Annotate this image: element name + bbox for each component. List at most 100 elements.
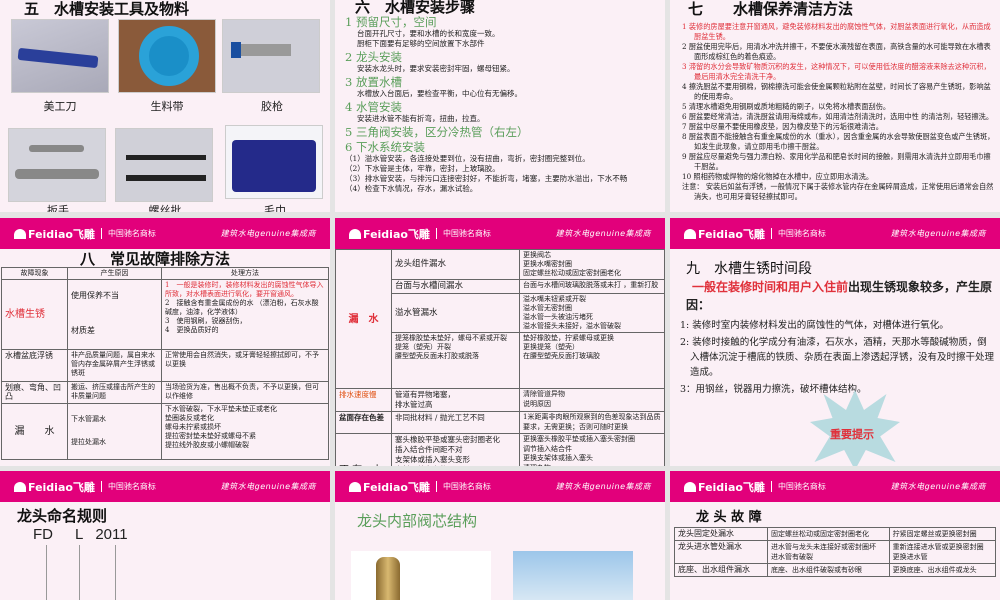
slide-title: 八 常见故障排除方法 [80, 250, 231, 268]
cell-line: 固定螺丝松动或固定密封圈老化 [771, 530, 869, 538]
feidiao-logo: Feidiao飞雕 [684, 226, 765, 242]
slide-cleaning: 七 水槽保养清洁方法 1 装修的房屋要注意开窗通风，避免装修材料发出的腐蚀性气体… [670, 0, 1000, 212]
code-part: 2011 [95, 526, 128, 543]
troubleshoot-table: 故障现象 产生原因 处理方法 水槽生锈 使用保养不当 材质差 1 一般是装修时，装修材料发… [1, 267, 329, 460]
cell: 下水管漏水 提拉处漏水 [67, 403, 162, 460]
cell-line: 排水管过高 [395, 400, 433, 409]
slide-naming-rule: Feidiao飞雕 中国驰名商标 建筑水电genuine集成商 龙头命名规则 FD L… [0, 471, 330, 600]
table-row: 水槽生锈 使用保养不当 材质差 1 一般是装修时，装修材料发出的腐蚀性气体导入所致，对… [1, 279, 329, 350]
logo-text: Feidiao飞雕 [698, 480, 765, 494]
cell-line: 更换塞头橡胶平垫或插入塞头密封圈 [523, 435, 635, 443]
cleaning-item: 9 厨盆应尽量避免与强力漂白粉、家用化学品和肥皂长时间的接触，则需用水清洗并立即… [682, 152, 991, 171]
step-heading: 6 下水系统安装 [345, 140, 425, 154]
cell-line: 更换支架体或插入塞头 [523, 454, 593, 462]
slogan: 建筑水电genuine集成商 [555, 482, 651, 491]
brand-text: 中国驰名商标 [770, 228, 826, 239]
cell-line: 腰型塑壳反面未打胶或脱落 [395, 352, 479, 360]
table-row: 龙头固定处漏水 固定螺丝松动或固定密封圈老化 拧紧固定螺丝或更换密封圈 [674, 527, 997, 541]
feidiao-logo: Feidiao飞雕 [349, 479, 430, 495]
step-text: （4）检查下水情况，存水，漏水试验。 [345, 184, 478, 193]
cell-line: 更换提笼（塑壳） [523, 343, 579, 351]
cell: 溢水管漏水 [391, 293, 520, 333]
table-row: 漏 水下水管漏水 提拉处漏水 下水管破裂，下水平垫未垫正或老化 垫圈装反或老化 螺母未拧… [1, 403, 329, 460]
troubleshoot-table-cont: 漏 水龙头组件漏水 更换阀芯 更换水嘴密封圈 固定螺丝松动或固定密封圈老化 台面与水槽间… [335, 249, 665, 466]
item-label: 生料带 [150, 100, 184, 113]
cell: 更换塞头橡胶平垫或插入塞头密封圈调节插入结合件更换支架体或插入塞头清理杂物 [519, 433, 665, 467]
cause-item: 3：用钢丝，锐器用力擦洗，破坏槽体结构。 [680, 384, 867, 395]
table-row: 水槽盆底浮锈 非产品质量问题，属自来水管内存金属碎屑产生浮锈或锈斑 正常使用会自然消… [1, 349, 329, 382]
cell: 拧紧固定螺丝或更换密封圈 [888, 527, 997, 541]
cell-line: 台面与水槽间玻璃胶脱落或未打 ，重新打胶 [523, 281, 659, 289]
lead-text: 一般在装修时间和用户入住前出现生锈现象较多，产生原因： [686, 278, 994, 314]
cell: 下水管破裂，下水平垫未垫正或老化 垫圈装反或老化 螺母未拧紧或损坏 提拉密封垫未垫好或… [161, 403, 329, 460]
slide-title: 九 水槽生锈时间段 [686, 261, 812, 277]
cell: 龙头组件漏水 [391, 249, 520, 280]
feidiao-logo: Feidiao飞雕 [14, 479, 95, 495]
cell-line: 密封圈处有杂物 [395, 465, 516, 466]
slide-valve-core: Feidiao飞雕 中国驰名商标 建筑水电genuine集成商 龙头内部阀芯结构 [335, 471, 665, 600]
logo-icon [349, 481, 361, 492]
col-header: 产生原因 [67, 267, 162, 280]
logo-text: Feidiao飞雕 [363, 227, 430, 241]
cell-line: 1米距离非肉眼所观察到的色差现象达到品质要求，无需更换；否则可随时更换 [523, 413, 661, 431]
cleaning-list: 1 装修的房屋要注意开窗通风，避免装修材料发出的腐蚀性气体，对厨盆表面进行氧化，… [678, 22, 996, 202]
cell: 排水速度慢 [335, 388, 392, 412]
slide-header: Feidiao飞雕 中国驰名商标 建筑水电genuine集成商 [670, 218, 1000, 249]
cell-line: 更换底座、出水组件或龙头 [892, 566, 977, 574]
step-text: （2）下水管是主体，牢靠，密封，上玻璃胶。 [345, 164, 500, 173]
item-label: 胶枪 [261, 100, 283, 113]
col-header: 处理方法 [161, 267, 329, 280]
table-row: 盆面存在色差 非同批材料 / 抛光工艺不同 1米距离非肉眼所观察到的色差现象达到品质… [335, 411, 665, 434]
cell: 龙头进水管处漏水 [674, 540, 768, 564]
connector-line [79, 545, 80, 600]
feidiao-logo: Feidiao飞雕 [349, 226, 430, 242]
cell-line: 进水管有破裂 [771, 553, 813, 561]
step-text: 安装水龙头时，要求安装密封牢固，螺母钮紧。 [357, 64, 515, 73]
table-row: 不 存 水塞头橡胶平垫或塞头密封圈老化插入结合件间距不对支架体或插入塞头变形密封… [335, 433, 665, 467]
step-heading: 5 三角阀安装，区分冷热管（右左） [345, 125, 529, 139]
cell-line: 塞头橡胶平垫或塞头密封圈老化 [395, 435, 500, 444]
cell-line: 下水管漏水 [71, 415, 106, 423]
step-text: （3）排水管安装，与排污口连接密封好，不能折弯，堵塞，主要防水溢出，下水不畅 [345, 174, 628, 183]
cell-line: 使用保养不当 [71, 291, 119, 300]
cell-line: 清理杂物 [523, 464, 661, 467]
cell-line: 清除管道异物 [523, 390, 565, 398]
cell-line: 溢水管漏水 [395, 307, 438, 318]
step-heading: 2 龙头安装 [345, 50, 402, 64]
logo-text: Feidiao飞雕 [28, 480, 95, 494]
cleaning-item: 注意： 安装后如盆有浮锈，一般情况下属于装修水管内存在金属碎屑造成，正常使用后通… [682, 182, 994, 201]
item-label: 螺丝批 [148, 204, 182, 212]
cell: 正常使用会自然消失，或牙膏轻轻擦拭即可，不予以更换 [161, 349, 329, 382]
step-heading: 3 放置水槽 [345, 75, 402, 89]
slogan: 建筑水电genuine集成商 [555, 229, 651, 238]
cell-line: 龙头固定处漏水 [678, 529, 734, 538]
cell-line: 提笼（塑壳）开裂 [395, 343, 451, 351]
connector-line [46, 545, 47, 600]
cell-line: 提笼橡胶垫未垫好，螺母不紧或开裂 [395, 334, 507, 342]
cell: 龙头固定处漏水 [674, 527, 768, 541]
slogan: 建筑水电genuine集成商 [890, 482, 986, 491]
code-part: L [75, 526, 84, 543]
cell-line: 更换进水管 [892, 553, 928, 561]
ptfe-tape-image [118, 19, 216, 93]
cell-line: 3 使用钢刷，锐器刮伤， [165, 317, 247, 325]
cell-line: 排水速度慢 [339, 390, 377, 399]
cell-line: 溢水管接头未接好，溢水管破裂 [523, 322, 621, 330]
cell-line: 拧紧固定螺丝或更换密封圈 [892, 530, 977, 538]
table-row: 龙头进水管处漏水 进水管与龙头未连接好或密封圈坏 进水管有破裂 重新连接进水管或更换密… [674, 540, 997, 564]
slogan: 建筑水电genuine集成商 [890, 229, 986, 238]
cell-line: 台面与水槽间漏水 [395, 281, 464, 291]
cleaning-item: 1 装修的房屋要注意开窗通风，避免装修材料发出的腐蚀性气体，对厨盆表面进行氧化，… [682, 22, 991, 41]
cell: 底座、出水组件破裂或有砂眼 [767, 563, 890, 577]
cell: 非产品质量问题，属自来水管内存金属碎屑产生浮锈或锈斑 [67, 349, 162, 382]
slide-title: 五 水槽安装工具及物料 [24, 0, 190, 18]
logo-icon [349, 228, 361, 239]
cell-line: 下水管破裂，下水平垫未垫正或老化 [165, 405, 277, 413]
cell-line: 溢水管无密封圈 [523, 304, 572, 312]
cell-line: 提拉密封垫未垫好或螺母不紧 [165, 432, 256, 440]
cause-item: 2: 装修时接触的化学成分有油漆，石灰水，酒精，天那水等酸碱物质，倒入槽体沉淀于… [680, 337, 995, 378]
cell-line: 更换阀芯 [523, 251, 551, 259]
cell-line: 插入结合件间距不对 [395, 445, 463, 454]
brand-text: 中国驰名商标 [100, 481, 156, 492]
slide-faucet-faults: Feidiao飞雕 中国驰名商标 建筑水电genuine集成商 龙 头 故 障 龙头… [670, 471, 1000, 600]
